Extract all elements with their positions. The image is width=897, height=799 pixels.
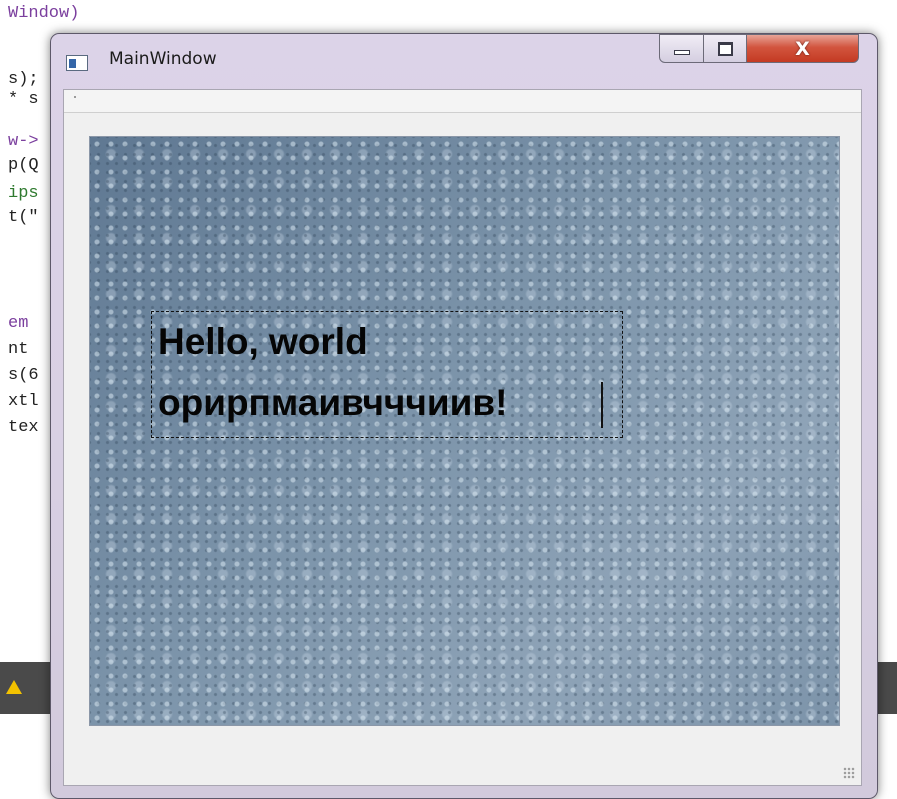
window-title: MainWindow (109, 49, 217, 69)
close-icon: X (795, 37, 810, 60)
code-line: * s (8, 90, 39, 109)
client-area: Hello, world орирпмаивчччиив! (63, 89, 862, 786)
code-line: w-> (8, 132, 39, 151)
code-line: ips (8, 184, 39, 203)
graphics-view[interactable]: Hello, world орирпмаивчччиив! (89, 136, 840, 726)
code-line: em (8, 314, 29, 333)
close-button[interactable]: X (746, 34, 859, 63)
app-window-icon[interactable] (66, 55, 88, 71)
text-caret (601, 382, 603, 428)
code-line: t(" (8, 208, 39, 227)
minimize-button[interactable] (659, 34, 704, 63)
text-item-line-2[interactable]: орирпмаивчччиив! (158, 381, 507, 425)
maximize-button[interactable] (703, 34, 747, 63)
code-line: s(6 (8, 366, 39, 385)
toolbar-handle-icon[interactable] (74, 96, 76, 98)
code-line: Window) (8, 4, 80, 23)
size-grip-icon[interactable] (843, 767, 855, 779)
maximize-icon (717, 41, 733, 56)
code-line: nt (8, 340, 29, 359)
minimize-icon (673, 50, 690, 55)
code-line: tex (8, 418, 39, 437)
code-line: p(Q (8, 156, 39, 175)
warning-icon (6, 680, 22, 694)
code-line: s); (8, 70, 39, 89)
toolbar-area (64, 90, 861, 113)
code-line: xtl (8, 392, 39, 411)
text-item-line-1[interactable]: Hello, world (158, 320, 368, 364)
main-window[interactable]: MainWindow X Hello, world орирпмаивчччии… (50, 33, 878, 799)
